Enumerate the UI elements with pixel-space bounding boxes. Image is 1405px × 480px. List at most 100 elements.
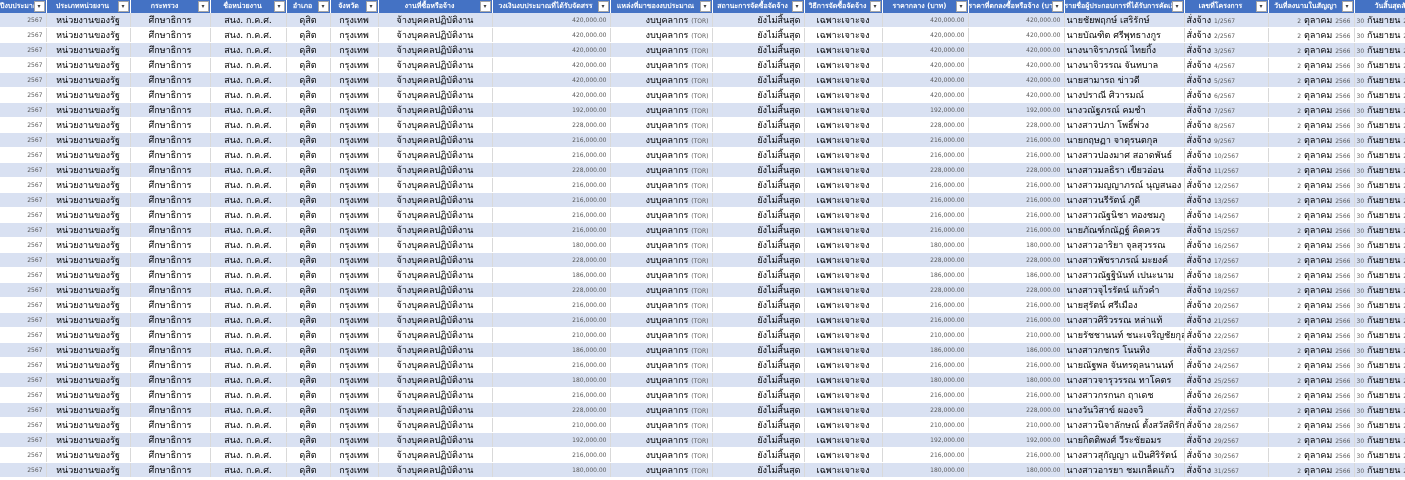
filter-dropdown-icon[interactable]: ▾ <box>955 1 967 12</box>
table-cell[interactable]: 228,000.00 <box>968 117 1065 133</box>
table-cell[interactable]: หน่วยงานของรัฐ <box>46 72 131 88</box>
table-cell[interactable]: ยังไม่สิ้นสุด <box>712 327 805 343</box>
table-row[interactable]: 2567 หน่วยงานของรัฐ ศึกษาธิการ สนง. ก.ค.ศ. ด… <box>0 447 1405 463</box>
table-cell[interactable]: 186,000.00 <box>492 342 611 358</box>
table-cell[interactable]: 216,000.00 <box>968 132 1065 148</box>
table-cell[interactable]: สนง. ก.ค.ศ. <box>210 417 287 433</box>
table-cell[interactable]: สั่งจ้าง 25/2567 <box>1184 372 1269 388</box>
table-cell[interactable]: 2 ตุลาคม 2566 <box>1268 432 1355 448</box>
table-cell[interactable]: ดุสิต <box>286 27 331 43</box>
table-cell[interactable]: กรุงเทพ <box>330 207 379 223</box>
table-cell[interactable]: กรุงเทพ <box>330 72 379 88</box>
filter-dropdown-icon[interactable]: ▾ <box>1171 1 1183 12</box>
table-cell[interactable]: สั่งจ้าง 7/2567 <box>1184 102 1269 118</box>
table-cell[interactable]: ศึกษาธิการ <box>130 162 211 178</box>
table-cell[interactable]: 30 กันยายน 2567 <box>1354 402 1405 418</box>
table-cell[interactable]: 2567 <box>0 402 47 418</box>
table-cell[interactable]: 210,000.00 <box>968 327 1065 343</box>
table-cell[interactable]: 2 ตุลาคม 2566 <box>1268 147 1355 163</box>
table-cell[interactable]: 192,000.00 <box>882 102 969 118</box>
table-cell[interactable]: นายสุรัตน์ ศรีเมือง <box>1064 297 1185 313</box>
column-header[interactable]: งานที่ซื้อหรือจ้าง ▾ <box>378 0 493 13</box>
table-cell[interactable]: ยังไม่สิ้นสุด <box>712 312 805 328</box>
table-cell[interactable]: 216,000.00 <box>492 192 611 208</box>
table-cell[interactable]: กรุงเทพ <box>330 13 379 28</box>
table-cell[interactable]: 216,000.00 <box>882 207 969 223</box>
table-cell[interactable]: นางนาจิวรรณ จันทบาล <box>1064 57 1185 73</box>
table-cell[interactable]: จ้างบุคคลปฏิบัติงาน <box>378 87 493 103</box>
table-cell[interactable]: สั่งจ้าง 29/2567 <box>1184 432 1269 448</box>
table-cell[interactable]: สนง. ก.ค.ศ. <box>210 177 287 193</box>
table-cell[interactable]: ศึกษาธิการ <box>130 342 211 358</box>
table-cell[interactable]: 210,000.00 <box>968 417 1065 433</box>
table-cell[interactable]: นายรัชชานนท์ ชนะเจริญชัยกุล <box>1064 327 1185 343</box>
table-cell[interactable]: 216,000.00 <box>968 312 1065 328</box>
table-cell[interactable]: 180,000.00 <box>968 462 1065 478</box>
table-cell[interactable]: สนง. ก.ค.ศ. <box>210 252 287 268</box>
table-cell[interactable]: 420,000.00 <box>492 27 611 43</box>
table-cell[interactable]: หน่วยงานของรัฐ <box>46 132 131 148</box>
table-cell[interactable]: 30 กันยายน 2567 <box>1354 57 1405 73</box>
table-cell[interactable]: 420,000.00 <box>882 72 969 88</box>
table-cell[interactable]: กรุงเทพ <box>330 462 379 478</box>
filter-dropdown-icon[interactable]: ▾ <box>791 1 803 12</box>
table-cell[interactable]: หน่วยงานของรัฐ <box>46 42 131 58</box>
table-cell[interactable]: ดุสิต <box>286 357 331 373</box>
table-cell[interactable]: งบบุคลากร (TOR) <box>610 252 713 268</box>
table-cell[interactable]: 180,000.00 <box>968 237 1065 253</box>
table-row[interactable]: 2567 หน่วยงานของรัฐ ศึกษาธิการ สนง. ก.ค.ศ. ด… <box>0 372 1405 388</box>
table-row[interactable]: 2567 หน่วยงานของรัฐ ศึกษาธิการ สนง. ก.ค.ศ. ด… <box>0 117 1405 133</box>
table-cell[interactable]: กรุงเทพ <box>330 87 379 103</box>
table-cell[interactable]: ดุสิต <box>286 297 331 313</box>
column-header[interactable]: แหล่งที่มาของงบประมาณ ▾ <box>610 0 713 13</box>
table-cell[interactable]: เฉพาะเจาะจง <box>804 102 883 118</box>
table-cell[interactable]: เฉพาะเจาะจง <box>804 72 883 88</box>
table-cell[interactable]: ยังไม่สิ้นสุด <box>712 357 805 373</box>
table-cell[interactable]: เฉพาะเจาะจง <box>804 27 883 43</box>
table-cell[interactable]: ยังไม่สิ้นสุด <box>712 72 805 88</box>
table-cell[interactable]: นางสาวณัฐฐินันท์ เปนะนาม <box>1064 267 1185 283</box>
table-cell[interactable]: 192,000.00 <box>492 102 611 118</box>
table-cell[interactable]: 420,000.00 <box>968 13 1065 28</box>
table-cell[interactable]: 216,000.00 <box>492 387 611 403</box>
table-cell[interactable]: กรุงเทพ <box>330 417 379 433</box>
column-header[interactable]: ราคากลาง (บาท) ▾ <box>882 0 969 13</box>
table-cell[interactable]: 2 ตุลาคม 2566 <box>1268 342 1355 358</box>
table-cell[interactable]: ยังไม่สิ้นสุด <box>712 267 805 283</box>
filter-dropdown-icon[interactable]: ▾ <box>1255 1 1267 12</box>
table-cell[interactable]: ศึกษาธิการ <box>130 42 211 58</box>
table-cell[interactable]: หน่วยงานของรัฐ <box>46 267 131 283</box>
table-cell[interactable]: 228,000.00 <box>968 402 1065 418</box>
table-cell[interactable]: 420,000.00 <box>492 87 611 103</box>
table-cell[interactable]: นางสาวอาริยา จุลสุวรรณ <box>1064 237 1185 253</box>
table-cell[interactable]: จ้างบุคคลปฏิบัติงาน <box>378 117 493 133</box>
table-cell[interactable]: นายณัฐพล จันทรดุลนานนท์ <box>1064 357 1185 373</box>
table-cell[interactable]: เฉพาะเจาะจง <box>804 447 883 463</box>
table-cell[interactable]: สนง. ก.ค.ศ. <box>210 372 287 388</box>
table-cell[interactable]: 30 กันยายน 2567 <box>1354 432 1405 448</box>
table-cell[interactable]: 186,000.00 <box>492 267 611 283</box>
table-cell[interactable]: 420,000.00 <box>882 57 969 73</box>
table-cell[interactable]: งบบุคลากร (TOR) <box>610 282 713 298</box>
table-cell[interactable]: หน่วยงานของรัฐ <box>46 192 131 208</box>
table-cell[interactable]: ยังไม่สิ้นสุด <box>712 252 805 268</box>
table-cell[interactable]: 30 กันยายน 2567 <box>1354 207 1405 223</box>
table-cell[interactable]: เฉพาะเจาะจง <box>804 42 883 58</box>
table-cell[interactable]: ศึกษาธิการ <box>130 72 211 88</box>
table-row[interactable]: 2567 หน่วยงานของรัฐ ศึกษาธิการ สนง. ก.ค.ศ. ด… <box>0 222 1405 238</box>
table-cell[interactable]: 30 กันยายน 2567 <box>1354 417 1405 433</box>
table-cell[interactable]: 30 กันยายน 2567 <box>1354 252 1405 268</box>
table-cell[interactable]: 228,000.00 <box>882 282 969 298</box>
table-cell[interactable]: ดุสิต <box>286 402 331 418</box>
table-cell[interactable]: สนง. ก.ค.ศ. <box>210 117 287 133</box>
table-cell[interactable]: จ้างบุคคลปฏิบัติงาน <box>378 372 493 388</box>
table-cell[interactable]: ดุสิต <box>286 282 331 298</box>
table-cell[interactable]: นางสาวนรีรัตน์ ภูดี <box>1064 192 1185 208</box>
filter-dropdown-icon[interactable]: ▾ <box>597 1 609 12</box>
table-cell[interactable]: 216,000.00 <box>492 447 611 463</box>
table-cell[interactable]: 228,000.00 <box>882 252 969 268</box>
table-cell[interactable]: ยังไม่สิ้นสุด <box>712 87 805 103</box>
table-cell[interactable]: 216,000.00 <box>968 447 1065 463</box>
table-cell[interactable]: 216,000.00 <box>882 297 969 313</box>
table-row[interactable]: 2567 หน่วยงานของรัฐ ศึกษาธิการ สนง. ก.ค.ศ. ด… <box>0 387 1405 403</box>
